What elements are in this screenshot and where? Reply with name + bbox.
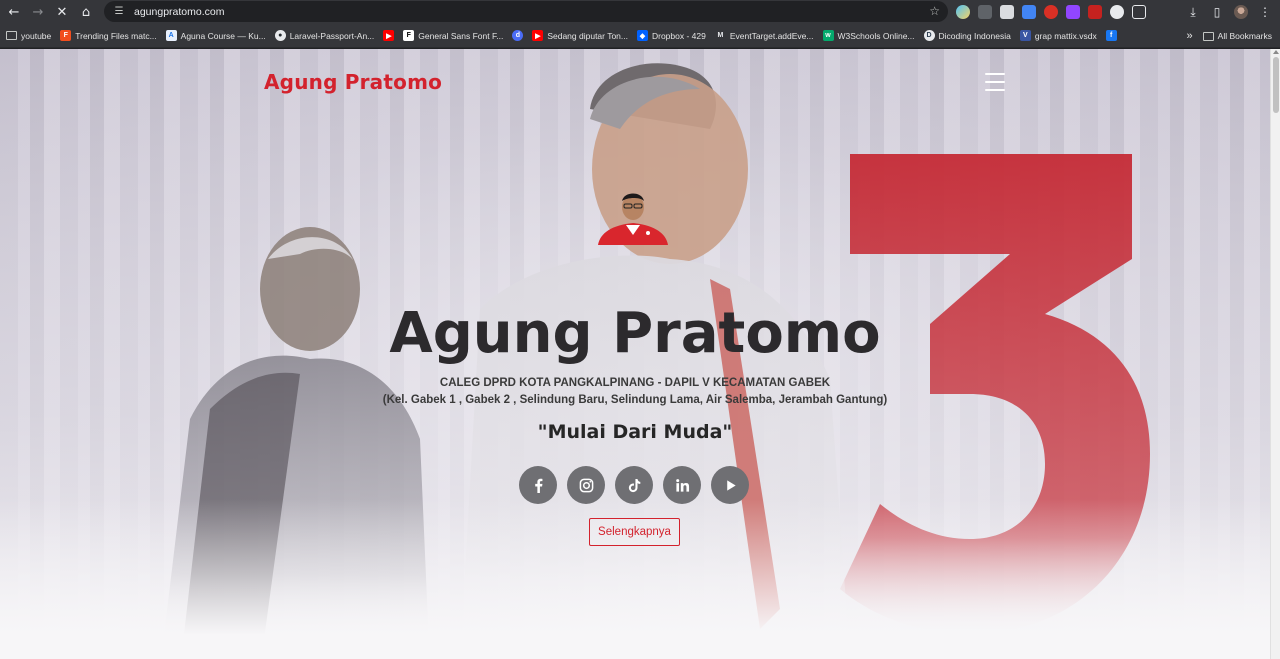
all-bookmarks-label: All Bookmarks [1217, 31, 1272, 41]
bookmark-item[interactable]: ● Laravel-Passport-An... [274, 30, 375, 41]
bookmark-label: W3Schools Online... [837, 30, 915, 41]
bookmarks-right: » All Bookmarks [1187, 24, 1272, 48]
back-button[interactable]: ← [2, 0, 26, 24]
browser-menu-icon[interactable]: ⋮ [1256, 3, 1274, 21]
shield-extension-icon[interactable] [1044, 5, 1058, 19]
bookmark-item[interactable]: ▶ Sedang diputar Ton... [532, 30, 628, 41]
dropbox-icon: ◆ [636, 30, 648, 41]
facebook-icon: f [1105, 30, 1117, 41]
bookmark-label: Sedang diputar Ton... [547, 30, 628, 41]
bookmark-youtube-folder[interactable]: youtube [6, 31, 51, 41]
all-bookmarks-button[interactable]: All Bookmarks [1202, 31, 1272, 41]
bookmark-label: grap mattix.vsdx [1034, 30, 1097, 41]
bookmark-item[interactable]: A Aguna Course — Ku... [165, 30, 266, 41]
youtube-icon: ▶ [383, 30, 395, 41]
more-bookmarks-chevron-icon[interactable]: » [1187, 30, 1193, 42]
bookmark-label: Trending Files matc... [75, 30, 157, 41]
bookmark-label: Laravel-Passport-An... [289, 30, 375, 41]
home-button[interactable]: ⌂ [74, 0, 98, 24]
linkedin-icon[interactable] [663, 466, 701, 504]
dicoding-icon: D [923, 30, 935, 41]
hero-title: Agung Pratomo [389, 301, 881, 366]
bookmark-label: Dicoding Indonesia [938, 30, 1011, 41]
d-icon: d [512, 30, 524, 41]
youtube-play-icon[interactable] [711, 466, 749, 504]
browser-right-tools: ⤓ ▯ ⋮ [1184, 0, 1280, 24]
bookmark-label: EventTarget.addEve... [729, 30, 814, 41]
twitch-extension-icon[interactable] [1066, 5, 1080, 19]
bookmark-star-icon[interactable]: ☆ [929, 4, 940, 18]
hero-subtitle-areas: (Kel. Gabek 1 , Gabek 2 , Selindung Baru… [382, 394, 888, 406]
heart-extension-icon[interactable] [956, 5, 970, 19]
youtube-icon: ▶ [532, 30, 544, 41]
bookmark-label: Aguna Course — Ku... [180, 30, 266, 41]
bookmark-item[interactable]: f [1105, 30, 1117, 41]
video-extension-icon[interactable] [1088, 5, 1102, 19]
forward-button[interactable]: → [26, 0, 50, 24]
brand-logo[interactable]: Agung Pratomo [264, 70, 442, 94]
candidate-profile-photo [598, 193, 668, 245]
profile-avatar[interactable] [1232, 3, 1250, 21]
bookmark-item[interactable]: F Trending Files matc... [60, 30, 157, 41]
github-icon: ● [274, 30, 286, 41]
selengkapnya-button[interactable]: Selengkapnya [589, 518, 680, 546]
folder-icon [6, 31, 17, 40]
w3schools-icon: w [822, 30, 834, 41]
tiktok-icon[interactable] [615, 466, 653, 504]
web-page: Agung Pratomo Agung Pratomo CALEG DPRD K… [0, 49, 1270, 659]
facebook-icon[interactable] [519, 466, 557, 504]
bookmarks-bar: youtube F Trending Files matc... A Aguna… [0, 24, 1280, 48]
browser-toolbar: ← → ✕ ⌂ ☰ agungpratomo.com ☆ ⤓ ▯ ⋮ [0, 0, 1280, 24]
page-scrollbar[interactable] [1270, 49, 1280, 659]
bookmark-label: youtube [21, 30, 52, 41]
extensions-row [956, 3, 1146, 21]
bookmark-item[interactable]: ◆ Dropbox - 429 [636, 30, 706, 41]
site-info-icon[interactable]: ☰ [112, 5, 126, 19]
bookmark-item[interactable]: ▶ [383, 30, 395, 41]
address-bar[interactable]: ☰ agungpratomo.com ☆ [104, 1, 948, 22]
bookmark-label: Dropbox - 429 [651, 30, 706, 41]
hero-slogan: "Mulai Dari Muda" [537, 421, 733, 443]
file-extension-icon[interactable] [1022, 5, 1036, 19]
mdn-icon: M [717, 32, 724, 39]
hero-subtitle-position: CALEG DPRD KOTA PANGKALPINANG - DAPIL V … [439, 377, 831, 389]
visio-icon: V [1019, 30, 1031, 41]
url-text: agungpratomo.com [134, 5, 225, 18]
font-icon: F [403, 30, 415, 41]
social-links [519, 466, 749, 504]
bookmark-item[interactable]: F General Sans Font F... [403, 30, 503, 41]
bookmark-label: General Sans Font F... [418, 30, 504, 41]
hamburger-menu-icon[interactable] [982, 71, 1008, 93]
bookmark-item[interactable]: M EventTarget.addEve... [715, 30, 814, 41]
folder-icon [1202, 31, 1214, 41]
side-panel-icon[interactable]: ▯ [1208, 3, 1226, 21]
instagram-icon[interactable] [567, 466, 605, 504]
download-icon[interactable]: ⤓ [1184, 3, 1202, 21]
bookmark-item[interactable]: w W3Schools Online... [822, 30, 915, 41]
camera-extension-icon[interactable] [978, 5, 992, 19]
figma-icon: F [60, 30, 72, 41]
scroll-thumb[interactable] [1273, 57, 1279, 113]
scroll-up-arrow-icon[interactable] [1273, 50, 1279, 54]
stop-loading-button[interactable]: ✕ [50, 0, 74, 24]
bookmark-item[interactable]: V grap mattix.vsdx [1019, 30, 1097, 41]
circle-extension-icon[interactable] [1110, 5, 1124, 19]
bookmark-item[interactable]: D Dicoding Indonesia [923, 30, 1011, 41]
site-icon: A [165, 30, 177, 41]
doc-extension-icon[interactable] [1000, 5, 1014, 19]
puzzle-extensions-icon[interactable] [1132, 5, 1146, 19]
bookmark-item[interactable]: d [512, 30, 524, 41]
